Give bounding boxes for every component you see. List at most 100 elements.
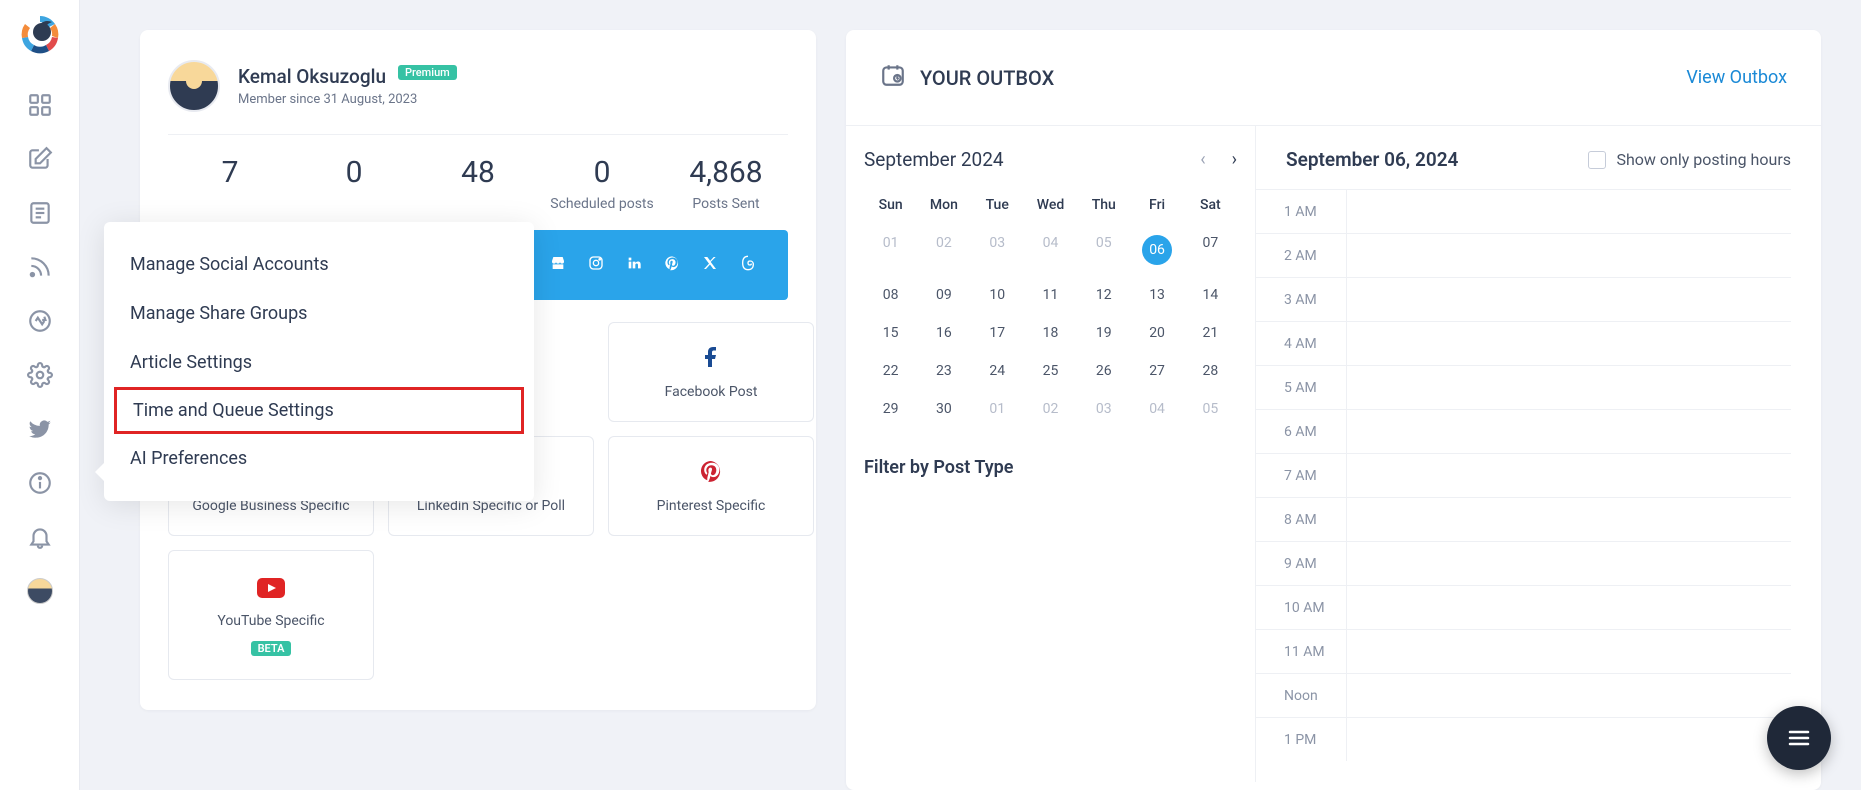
menu-ai-preferences[interactable]: AI Preferences	[104, 434, 534, 483]
hours-list: 1 AM2 AM3 AM4 AM5 AM6 AM7 AM8 AM9 AM10 A…	[1256, 189, 1791, 761]
hour-slot[interactable]	[1346, 322, 1791, 365]
calendar-grid: SunMonTueWedThuFriSat0102030405060708091…	[864, 197, 1237, 417]
calendar-day[interactable]: 13	[1130, 287, 1183, 303]
stat-2-value: 48	[416, 155, 540, 190]
youtube-icon	[257, 575, 285, 605]
dashboard-icon[interactable]	[27, 92, 53, 118]
user-avatar-small[interactable]	[27, 578, 53, 604]
calendar-day[interactable]: 22	[864, 363, 917, 379]
calendar-day[interactable]: 29	[864, 401, 917, 417]
hour-slot[interactable]	[1346, 498, 1791, 541]
calendar-day[interactable]: 10	[971, 287, 1024, 303]
hour-row: 1 PM	[1256, 717, 1791, 761]
floating-menu-button[interactable]	[1767, 706, 1831, 770]
pinterest-icon	[699, 459, 723, 490]
hour-slot[interactable]	[1346, 278, 1791, 321]
calendar-day[interactable]: 02	[1024, 401, 1077, 417]
rss-icon[interactable]	[27, 254, 53, 280]
calendar-day[interactable]: 18	[1024, 325, 1077, 341]
pinterest-icon[interactable]	[662, 255, 682, 276]
calendar-day[interactable]: 06	[1142, 235, 1172, 265]
menu-manage-groups[interactable]: Manage Share Groups	[104, 289, 534, 338]
calendar-column: September 2024 ‹ › SunMonTueWedThuFriSat…	[846, 126, 1256, 782]
prev-month-button[interactable]: ‹	[1200, 149, 1205, 170]
calendar-day[interactable]: 08	[864, 287, 917, 303]
hour-slot[interactable]	[1346, 542, 1791, 585]
google-business-icon[interactable]	[548, 255, 568, 276]
app-logo[interactable]	[16, 10, 64, 58]
bell-icon[interactable]	[27, 524, 53, 550]
calendar-day[interactable]: 27	[1130, 363, 1183, 379]
calendar-day[interactable]: 03	[971, 235, 1024, 265]
calendar-day[interactable]: 07	[1184, 235, 1237, 265]
hour-row: 8 AM	[1256, 497, 1791, 541]
facebook-icon	[699, 345, 723, 376]
hour-row: 4 AM	[1256, 321, 1791, 365]
calendar-day[interactable]: 26	[1077, 363, 1130, 379]
x-icon[interactable]	[700, 255, 720, 276]
instagram-icon[interactable]	[586, 255, 606, 276]
hours-column: September 06, 2024 Show only posting hou…	[1256, 126, 1821, 782]
user-avatar	[168, 60, 220, 112]
view-outbox-link[interactable]: View Outbox	[1686, 67, 1787, 88]
calendar-day[interactable]: 01	[971, 401, 1024, 417]
stat-0-value: 7	[168, 155, 292, 190]
calendar-box-icon	[880, 62, 906, 93]
calendar-day[interactable]: 12	[1077, 287, 1130, 303]
calendar-day[interactable]: 17	[971, 325, 1024, 341]
hour-slot[interactable]	[1346, 718, 1791, 761]
hour-label: Noon	[1256, 688, 1346, 704]
show-only-posting-checkbox[interactable]: Show only posting hours	[1588, 150, 1791, 169]
hour-label: 1 PM	[1256, 732, 1346, 748]
twitter-icon[interactable]	[27, 416, 53, 442]
calendar-day[interactable]: 15	[864, 325, 917, 341]
threads-icon[interactable]	[738, 255, 758, 276]
tile-youtube[interactable]: YouTube Specific BETA	[168, 550, 374, 680]
show-only-label: Show only posting hours	[1616, 150, 1791, 169]
hour-slot[interactable]	[1346, 630, 1791, 673]
tile-pinterest[interactable]: Pinterest Specific	[608, 436, 814, 536]
calendar-day[interactable]: 16	[917, 325, 970, 341]
beta-badge: BETA	[251, 641, 292, 656]
calendar-day[interactable]: 01	[864, 235, 917, 265]
hour-slot[interactable]	[1346, 410, 1791, 453]
hour-slot[interactable]	[1346, 366, 1791, 409]
hour-slot[interactable]	[1346, 586, 1791, 629]
calendar-day[interactable]: 30	[917, 401, 970, 417]
compose-icon[interactable]	[27, 146, 53, 172]
menu-manage-social[interactable]: Manage Social Accounts	[104, 240, 534, 289]
menu-time-queue[interactable]: Time and Queue Settings	[114, 387, 524, 434]
calendar-day[interactable]: 21	[1184, 325, 1237, 341]
calendar-day[interactable]: 05	[1184, 401, 1237, 417]
info-icon[interactable]	[27, 470, 53, 496]
calendar-day[interactable]: 24	[971, 363, 1024, 379]
hour-slot[interactable]	[1346, 674, 1791, 717]
calendar-day[interactable]: 05	[1077, 235, 1130, 265]
tile-youtube-label: YouTube Specific	[217, 613, 324, 629]
calendar-day[interactable]: 04	[1130, 401, 1183, 417]
calendar-day[interactable]: 25	[1024, 363, 1077, 379]
calendar-day[interactable]: 19	[1077, 325, 1130, 341]
hour-label: 3 AM	[1256, 292, 1346, 308]
hour-slot[interactable]	[1346, 234, 1791, 277]
calendar-day[interactable]: 20	[1130, 325, 1183, 341]
hour-slot[interactable]	[1346, 190, 1791, 233]
next-month-button[interactable]: ›	[1232, 149, 1237, 170]
menu-article-settings[interactable]: Article Settings	[104, 338, 534, 387]
calendar-day[interactable]: 02	[917, 235, 970, 265]
settings-icon[interactable]	[27, 362, 53, 388]
hour-label: 6 AM	[1256, 424, 1346, 440]
linkedin-icon[interactable]	[624, 255, 644, 276]
calendar-day[interactable]: 03	[1077, 401, 1130, 417]
tile-pinterest-label: Pinterest Specific	[657, 498, 766, 514]
articles-icon[interactable]	[27, 200, 53, 226]
calendar-day[interactable]: 14	[1184, 287, 1237, 303]
calendar-day[interactable]: 04	[1024, 235, 1077, 265]
calendar-day[interactable]: 28	[1184, 363, 1237, 379]
calendar-day[interactable]: 11	[1024, 287, 1077, 303]
hour-slot[interactable]	[1346, 454, 1791, 497]
calendar-day[interactable]: 09	[917, 287, 970, 303]
recycle-icon[interactable]	[27, 308, 53, 334]
calendar-day[interactable]: 23	[917, 363, 970, 379]
tile-facebook-post[interactable]: Facebook Post	[608, 322, 814, 422]
